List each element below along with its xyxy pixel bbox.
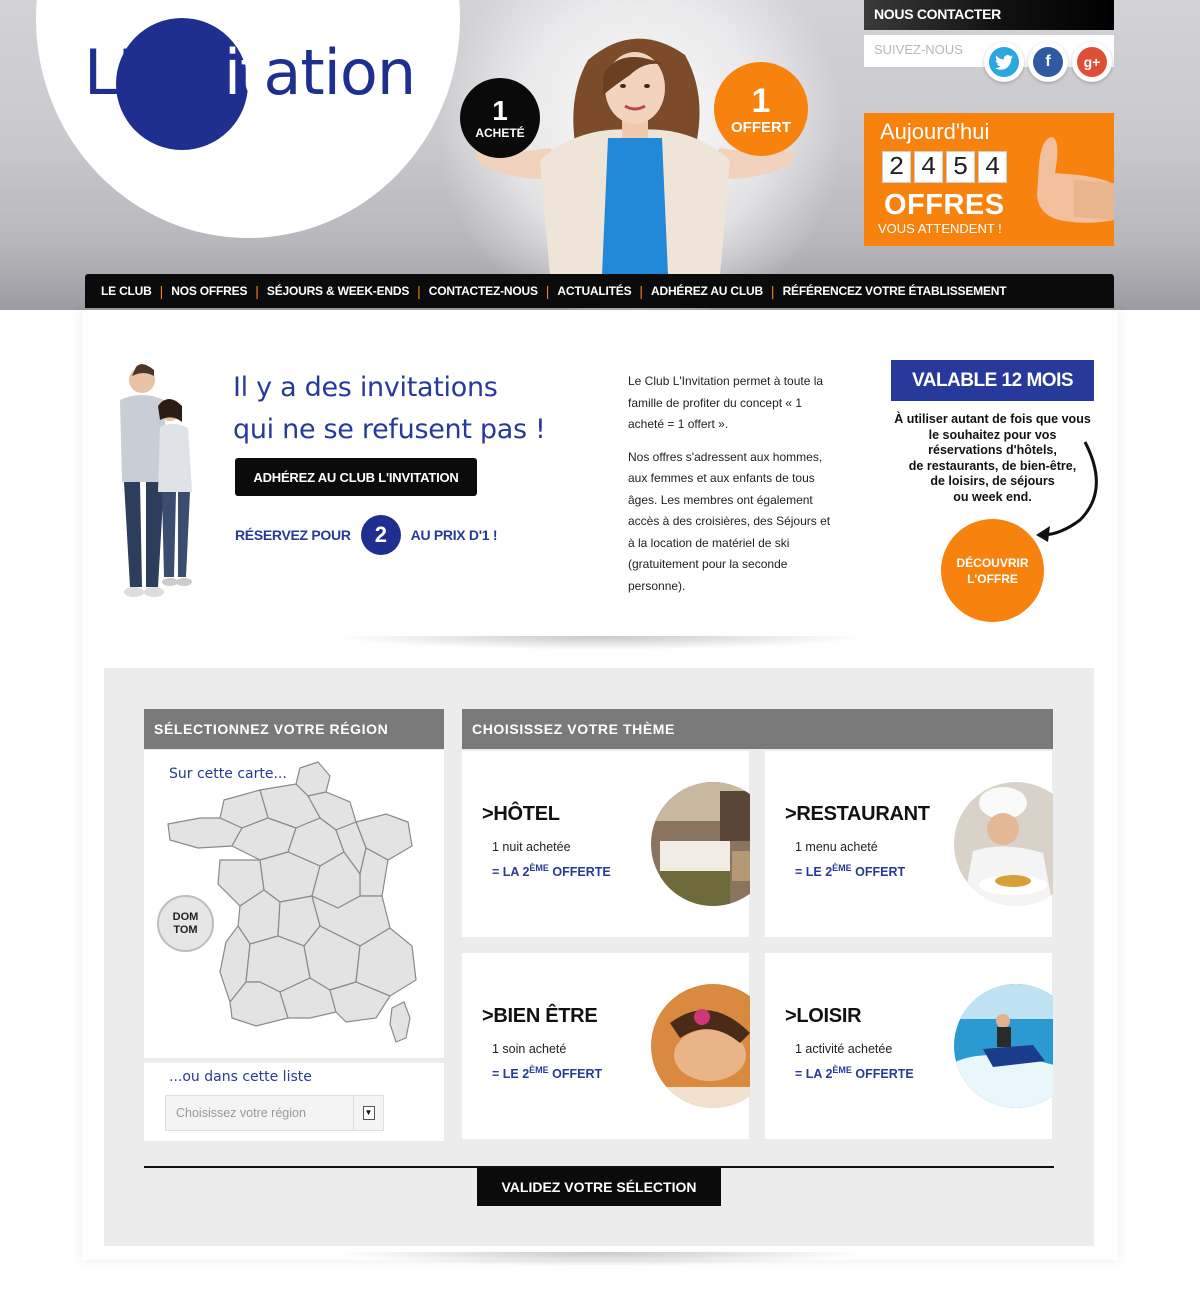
reserve-before: RÉSERVEZ POUR xyxy=(235,527,351,543)
offer-counter: 2 4 5 4 xyxy=(882,151,1007,183)
badge-achete-number: 1 xyxy=(492,95,508,126)
nav-item-sejours[interactable]: SÉJOURS & WEEK-ENDS xyxy=(259,284,417,298)
card-offer-suffix: OFFERT xyxy=(548,1067,603,1082)
counter-digit: 4 xyxy=(978,151,1007,183)
card-detail: 1 menu acheté xyxy=(795,840,878,854)
logo[interactable]: L'invitation xyxy=(84,42,416,104)
nav-item-contactez-nous[interactable]: CONTACTEZ-NOUS xyxy=(421,284,546,298)
card-offer-sup: ÈME xyxy=(832,1065,852,1075)
theme-card-restaurant[interactable]: >RESTAURANT 1 menu acheté = LE 2ÈME OFFE… xyxy=(765,751,1053,937)
today-offers-label: OFFRES xyxy=(884,189,1005,221)
thumbs-up-icon xyxy=(1037,137,1114,223)
nav-item-actualites[interactable]: ACTUALITÉS xyxy=(549,284,639,298)
card-offer: = LA 2ÈME OFFERTE xyxy=(795,1065,914,1081)
reserve-after: AU PRIX D'1 ! xyxy=(410,527,498,543)
bottom-shadow xyxy=(330,1252,870,1266)
headline-line-2: qui ne se refusent pas ! xyxy=(233,414,546,445)
page-headline: Il y a des invitations qui ne se refusen… xyxy=(233,367,593,451)
headline-line-1: Il y a des invitations xyxy=(233,372,498,403)
theme-card-hotel[interactable]: >HÔTEL 1 nuit achetée = LA 2ÈME OFFERTE xyxy=(462,751,750,937)
domtom-line-1: DOM xyxy=(172,910,199,923)
badge-achete-label: ACHETÉ xyxy=(475,126,525,140)
card-title: >RESTAURANT xyxy=(785,803,930,825)
badge-offert-label: OFFERT xyxy=(731,118,791,136)
intro-paragraph-1: Le Club L'Invitation permet à toute la f… xyxy=(628,374,824,431)
theme-card-loisir[interactable]: >LOISIR 1 activité achetée = LA 2ÈME OFF… xyxy=(765,953,1053,1139)
discover-offer-button[interactable]: DÉCOUVRIR L'OFFRE xyxy=(941,519,1044,622)
nav-item-nos-offres[interactable]: NOS OFFRES xyxy=(163,284,255,298)
jet-ski-photo xyxy=(954,984,1053,1108)
card-offer: = LA 2ÈME OFFERTE xyxy=(492,863,611,879)
section-shadow xyxy=(330,636,870,650)
counter-digit: 2 xyxy=(882,151,911,183)
spa-photo xyxy=(651,984,750,1108)
counter-digit: 5 xyxy=(946,151,975,183)
region-select[interactable]: Choisissez votre région ▼ xyxy=(165,1095,384,1131)
intro-paragraph-2: Nos offres s'adressent aux hommes, aux f… xyxy=(628,449,831,593)
domtom-button[interactable]: DOM TOM xyxy=(157,895,214,952)
discover-line-1: DÉCOUVRIR xyxy=(956,555,1029,570)
logo-part-2: it xyxy=(223,36,265,109)
nav-item-le-club[interactable]: LE CLUB xyxy=(93,284,160,298)
card-offer-prefix: = LE 2 xyxy=(492,1067,530,1082)
twitter-icon xyxy=(989,47,1019,77)
badge-offert-number: 1 xyxy=(751,81,771,120)
card-detail: 1 activité achetée xyxy=(795,1042,893,1056)
validity-line: À utiliser autant de fois que vous xyxy=(894,412,1091,426)
counter-digit: 4 xyxy=(914,151,943,183)
domtom-line-2: TOM xyxy=(173,923,198,936)
contact-button[interactable]: NOUS CONTACTER xyxy=(864,0,1114,30)
main-nav: LE CLUB | NOS OFFRES | SÉJOURS & WEEK-EN… xyxy=(85,274,1114,308)
discover-line-2: L'OFFRE xyxy=(967,571,1018,586)
today-subtitle: VOUS ATTENDENT ! xyxy=(878,221,1002,236)
card-detail: 1 soin acheté xyxy=(492,1042,567,1056)
join-club-button[interactable]: ADHÉREZ AU CLUB L'INVITATION xyxy=(235,458,477,496)
list-caption: ...ou dans cette liste xyxy=(169,1069,312,1085)
card-offer-prefix: = LA 2 xyxy=(492,865,530,880)
card-title: >BIEN ÊTRE xyxy=(482,1005,598,1027)
google-plus-button[interactable]: g+ xyxy=(1072,42,1112,82)
reserve-number: 2 xyxy=(360,515,401,555)
reserve-tagline: RÉSERVEZ POUR 2 AU PRIX D'1 ! xyxy=(235,515,498,555)
card-offer-suffix: OFFERTE xyxy=(548,865,611,880)
card-title: >LOISIR xyxy=(785,1005,862,1027)
dropdown-arrow-icon: ▼ xyxy=(353,1096,383,1130)
region-select-value: Choisissez votre région xyxy=(176,1106,306,1120)
header: L'invitation 1 ACHETÉ 1 OFFERT NOUS CONT… xyxy=(0,0,1200,310)
intro-text: Le Club L'Invitation permet à toute la f… xyxy=(628,371,840,597)
region-header: SÉLECTIONNEZ VOTRE RÉGION xyxy=(144,709,444,749)
twitter-button[interactable] xyxy=(984,42,1024,82)
logo-part-1: L'inv xyxy=(84,36,225,109)
today-offers-box[interactable]: Aujourd'hui 2 4 5 4 OFFRES VOUS ATTENDEN… xyxy=(864,113,1114,246)
follow-label: SUIVEZ-NOUS xyxy=(874,42,963,57)
validate-selection-button[interactable]: VALIDEZ VOTRE SÉLECTION xyxy=(477,1168,721,1206)
facebook-button[interactable]: f xyxy=(1028,42,1068,82)
validity-banner: VALABLE 12 MOIS xyxy=(891,360,1094,401)
card-offer: = LE 2ÈME OFFERT xyxy=(492,1065,602,1081)
card-offer-prefix: = LE 2 xyxy=(795,865,833,880)
card-offer-sup: ÈME xyxy=(529,1065,549,1075)
hotel-room-photo xyxy=(651,782,750,906)
couple-photo xyxy=(120,364,192,597)
card-offer-suffix: OFFERTE xyxy=(851,1067,914,1082)
badge-achete: 1 ACHETÉ xyxy=(460,78,540,158)
theme-header: CHOISISSEZ VOTRE THÈME xyxy=(462,709,1053,749)
logo-part-3: ation xyxy=(263,36,416,109)
chef-photo xyxy=(954,782,1053,906)
card-offer-sup: ÈME xyxy=(832,863,852,873)
badge-offert: 1 OFFERT xyxy=(714,62,808,156)
theme-card-bien-etre[interactable]: >BIEN ÊTRE 1 soin acheté = LE 2ÈME OFFER… xyxy=(462,953,750,1139)
curved-arrow-icon xyxy=(1036,441,1098,542)
google-plus-icon: g+ xyxy=(1077,47,1107,77)
nav-item-adherez[interactable]: ADHÉREZ AU CLUB xyxy=(643,284,771,298)
today-title: Aujourd'hui xyxy=(880,119,990,144)
card-title: >HÔTEL xyxy=(482,803,560,825)
card-offer-prefix: = LA 2 xyxy=(795,1067,833,1082)
card-detail: 1 nuit achetée xyxy=(492,840,571,854)
nav-item-referencez[interactable]: RÉFÉRENCEZ VOTRE ÉTABLISSEMENT xyxy=(775,284,1015,298)
card-offer-sup: ÈME xyxy=(529,863,549,873)
facebook-icon: f xyxy=(1033,47,1063,77)
card-offer-suffix: OFFERT xyxy=(851,865,906,880)
card-offer: = LE 2ÈME OFFERT xyxy=(795,863,905,879)
